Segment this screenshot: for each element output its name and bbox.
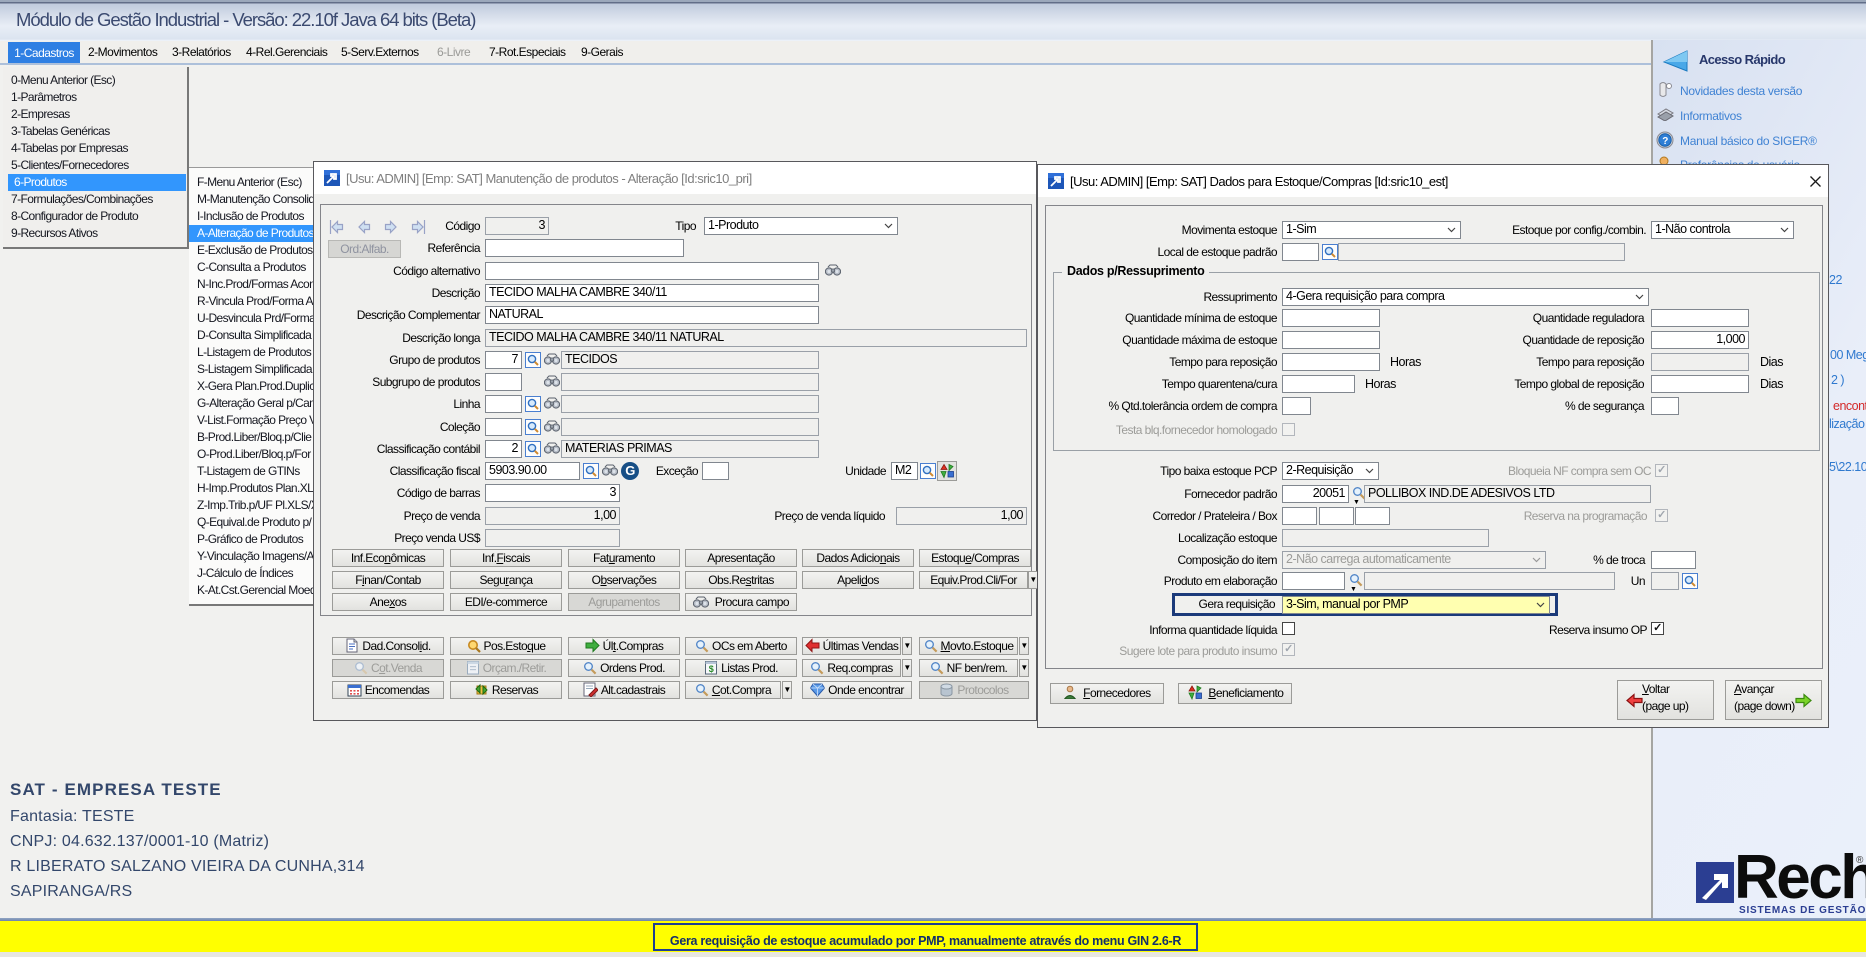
svg-text:?: ?: [1662, 136, 1668, 147]
